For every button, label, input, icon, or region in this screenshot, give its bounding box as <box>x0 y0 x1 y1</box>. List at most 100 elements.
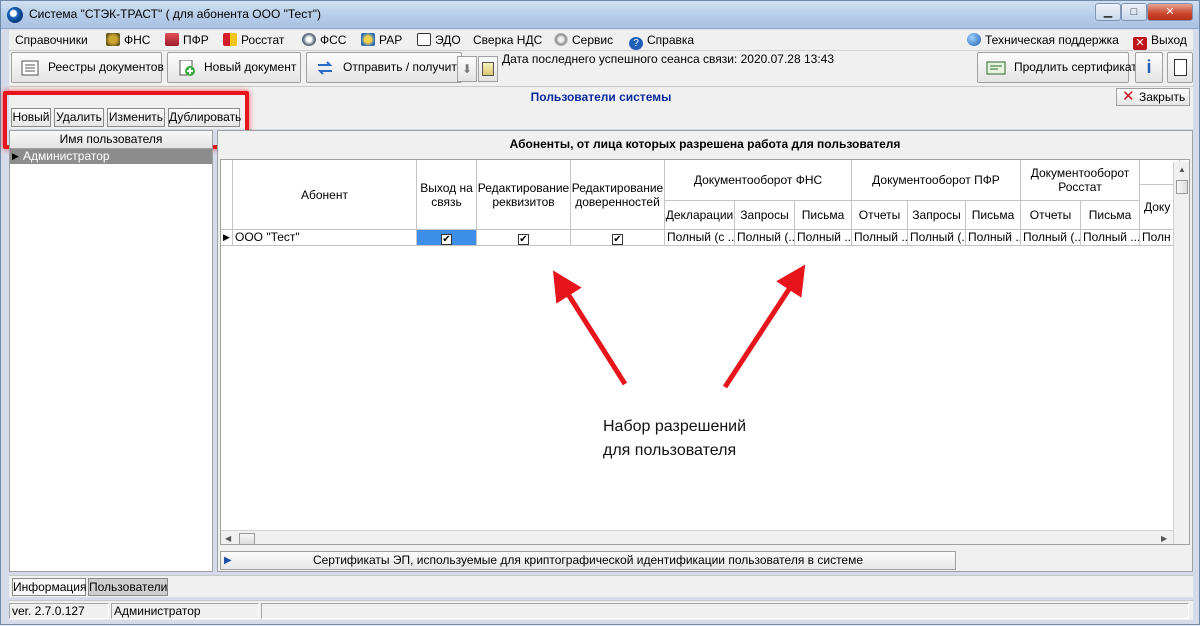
close-icon: ✕ <box>1122 88 1135 105</box>
pfr-requests-column-header[interactable]: Запросы <box>908 201 966 230</box>
registries-button[interactable]: Реестры документов <box>11 52 164 83</box>
indicator-column-header <box>221 160 233 230</box>
pfr-reports-column-header[interactable]: Отчеты <box>852 201 908 230</box>
exit-menu[interactable]: ✕ Выход <box>1133 33 1187 50</box>
edit-power-checkbox[interactable]: ✔ <box>612 234 623 245</box>
edit-power-column-header[interactable]: Редактирование доверенностей <box>571 160 665 230</box>
extend-certificate-button[interactable]: Продлить сертификат <box>977 52 1137 83</box>
user-row[interactable]: ▶ Администратор <box>10 149 212 164</box>
fns-letters-cell[interactable]: Полный ... <box>795 230 852 246</box>
tab-information[interactable]: Информация <box>12 578 86 596</box>
exit-link-column-header[interactable]: Выход на связь <box>417 160 477 230</box>
bottom-tabs: Информация Пользователи <box>9 575 1193 597</box>
menu-references[interactable]: Справочники <box>15 33 88 47</box>
last-session-label: Дата последнего успешного сеанса связи: … <box>502 52 835 66</box>
report-document-icon <box>1174 59 1187 76</box>
status-empty-panel <box>261 603 1189 619</box>
exit-link-checkbox[interactable]: ✔ <box>441 234 452 245</box>
fns-requests-column-header[interactable]: Запросы <box>735 201 795 230</box>
exit-icon: ✕ <box>1133 37 1147 50</box>
scroll-right-icon[interactable]: ▶ <box>1161 534 1167 543</box>
edit-requisites-cell[interactable]: ✔ <box>477 230 571 246</box>
rosstat-letters-cell[interactable]: Полный ... <box>1081 230 1140 246</box>
rosstat-icon <box>223 33 237 46</box>
edit-requisites-column-header[interactable]: Редактирование реквизитов <box>477 160 571 230</box>
rosstat-group-header: Документооборот Росстат <box>1021 160 1140 201</box>
menu-rar[interactable]: РАР <box>361 33 402 47</box>
edit-requisites-checkbox[interactable]: ✔ <box>518 234 529 245</box>
pfr-reports-cell[interactable]: Полный ... <box>852 230 908 246</box>
pfr-letters-cell[interactable]: Полный ... <box>966 230 1021 246</box>
menu-vat-reconciliation[interactable]: Сверка НДС <box>473 33 542 47</box>
download-arrow-button[interactable]: ⬇ <box>457 56 477 82</box>
horizontal-scroll-thumb[interactable] <box>239 533 255 544</box>
document-list-icon <box>21 60 39 76</box>
pfr-requests-cell[interactable]: Полный (... <box>908 230 966 246</box>
info-icon: i <box>1146 57 1152 77</box>
scroll-up-icon[interactable]: ▲ <box>1178 165 1186 174</box>
gear-icon <box>554 33 568 46</box>
fns-icon <box>106 33 120 46</box>
report-button[interactable] <box>1167 52 1193 83</box>
help-icon: ? <box>629 37 643 50</box>
sync-arrows-icon <box>317 61 333 75</box>
maximize-button[interactable]: □ <box>1121 3 1147 21</box>
window-title: Система "СТЭК-ТРАСТ" ( для абонента ООО … <box>29 7 321 21</box>
subscriber-cell[interactable]: ООО "Тест" <box>233 230 417 246</box>
certificate-icon <box>986 61 1006 75</box>
rar-icon <box>361 33 375 46</box>
vertical-scroll-thumb[interactable] <box>1176 180 1188 194</box>
annotation-line-2: для пользователя <box>603 442 737 459</box>
fns-letters-column-header[interactable]: Письма <box>795 201 852 230</box>
close-form-button[interactable]: ✕ Закрыть <box>1116 88 1190 106</box>
pfr-icon <box>165 33 179 46</box>
toolbar: Реестры документов Новый документ Отправ… <box>9 51 1193 87</box>
exit-link-cell[interactable]: ✔ <box>417 230 477 246</box>
tab-users[interactable]: Пользователи <box>88 578 168 596</box>
menu-rosstat[interactable]: Росстат <box>223 33 284 47</box>
menu-edo[interactable]: ЭДО <box>417 33 461 47</box>
user-name-column-header[interactable]: Имя пользователя <box>10 131 212 149</box>
scroll-left-icon[interactable]: ◀ <box>225 534 231 543</box>
permissions-title: Абоненты, от лица которых разрешена рабо… <box>509 137 901 151</box>
fns-declarations-column-header[interactable]: Декларации <box>665 201 735 230</box>
row-pointer-icon: ▶ <box>221 230 233 246</box>
menu-help[interactable]: ? Справка <box>629 33 694 50</box>
down-arrow-icon: ⬇ <box>461 62 473 76</box>
edo-icon <box>417 33 431 46</box>
menu-bar: Справочники ФНС ПФР Росстат ФСС РАР ЭДО … <box>9 30 1193 51</box>
send-receive-button[interactable]: Отправить / получить <box>306 52 463 83</box>
annotation-text: Набор разрешений для пользователя <box>603 415 746 463</box>
window-close-button[interactable]: ✕ <box>1147 3 1193 21</box>
certificates-bar[interactable]: ▶ Сертификаты ЭП, используемые для крипт… <box>220 551 956 570</box>
menu-fss[interactable]: ФСС <box>302 33 346 47</box>
minimize-button[interactable]: ▁ <box>1095 3 1121 21</box>
rosstat-letters-column-header[interactable]: Письма <box>1081 201 1140 230</box>
vertical-scrollbar[interactable]: ▲ <box>1173 162 1189 544</box>
tech-support-link[interactable]: Техническая поддержка <box>967 33 1119 47</box>
row-pointer-icon: ▶ <box>12 151 19 161</box>
fss-icon <box>302 33 316 46</box>
edit-power-cell[interactable]: ✔ <box>571 230 665 246</box>
fns-requests-cell[interactable]: Полный (... <box>735 230 795 246</box>
users-list: Имя пользователя ▶ Администратор <box>9 130 213 572</box>
pfr-letters-column-header[interactable]: Письма <box>966 201 1021 230</box>
subscriber-column-header[interactable]: Абонент <box>233 160 417 230</box>
horizontal-scrollbar[interactable]: ◀ ▶ <box>221 530 1173 544</box>
expand-arrow-icon: ▶ <box>224 555 232 566</box>
journal-button[interactable] <box>478 56 498 82</box>
rosstat-reports-column-header[interactable]: Отчеты <box>1021 201 1081 230</box>
pfr-group-header: Документооборот ПФР <box>852 160 1021 201</box>
new-document-icon <box>179 60 195 76</box>
menu-fns[interactable]: ФНС <box>106 33 150 47</box>
app-window: Система "СТЭК-ТРАСТ" ( для абонента ООО … <box>0 0 1200 625</box>
permissions-panel: Абоненты, от лица которых разрешена рабо… <box>217 130 1193 572</box>
fns-declarations-cell[interactable]: Полный (с ... <box>665 230 735 246</box>
current-user-label: Администратор <box>111 603 259 619</box>
info-button[interactable]: i <box>1135 52 1163 83</box>
menu-service[interactable]: Сервис <box>554 33 613 47</box>
status-bar: ver. 2.7.0.127 Администратор <box>9 600 1193 620</box>
rosstat-reports-cell[interactable]: Полный (... <box>1021 230 1081 246</box>
new-document-button[interactable]: Новый документ <box>167 52 301 83</box>
menu-pfr[interactable]: ПФР <box>165 33 209 47</box>
